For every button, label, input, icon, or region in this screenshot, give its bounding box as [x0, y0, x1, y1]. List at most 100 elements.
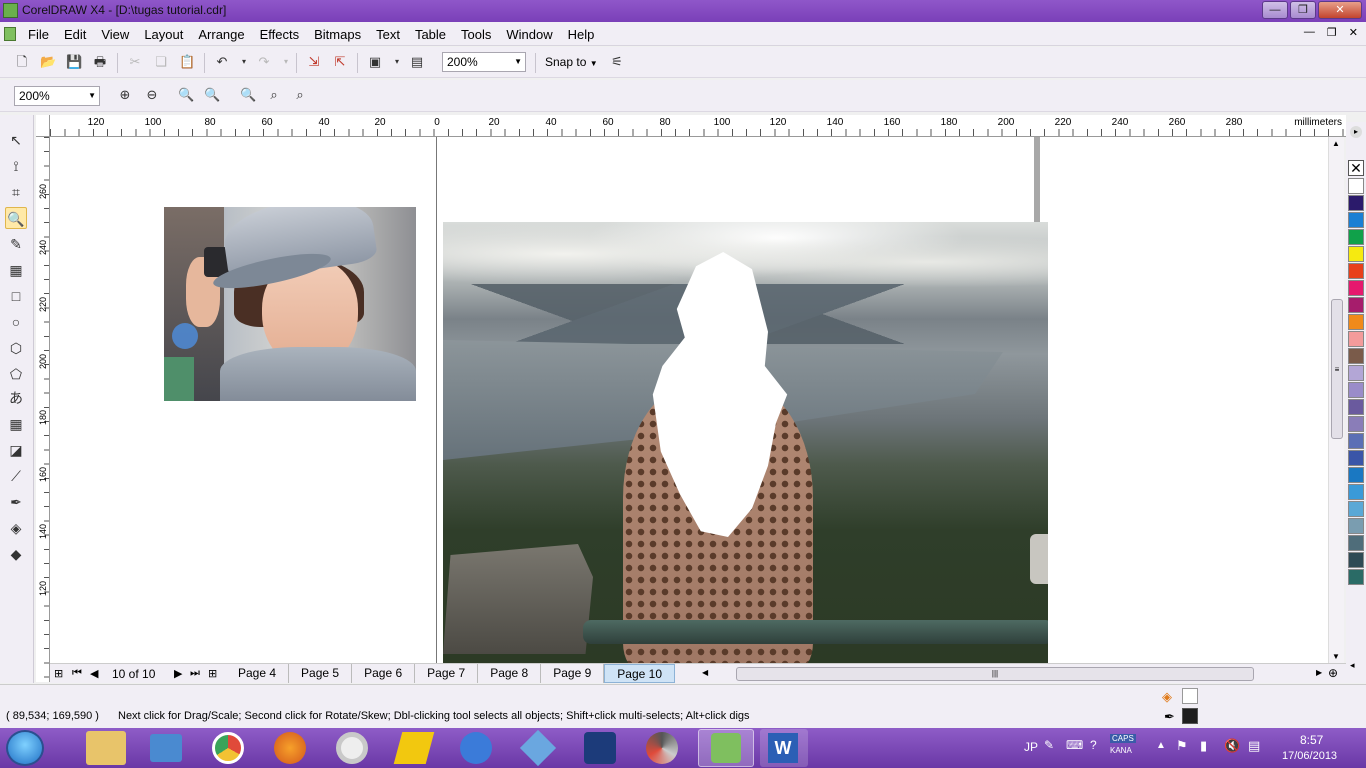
options-icon[interactable]: ⚟	[609, 54, 625, 70]
scroll-up-icon[interactable]: ▲	[1332, 139, 1340, 148]
explorer-taskbar-icon[interactable]	[86, 731, 126, 765]
undo-dropdown-icon[interactable]: ▾	[236, 54, 252, 70]
color-swatch[interactable]	[1348, 246, 1364, 262]
undo-icon[interactable]: ↶	[214, 54, 230, 70]
crop-tool-icon[interactable]: ⌗	[5, 181, 27, 203]
tab-page-5[interactable]: Page 5	[289, 664, 353, 683]
zoom-tool-icon[interactable]: 🔍	[5, 207, 27, 229]
shape-tool-icon[interactable]: ⟟	[5, 155, 27, 177]
zoom-to-selected-icon[interactable]: 🔍	[178, 87, 194, 103]
document-icon[interactable]	[4, 27, 16, 41]
first-page-icon[interactable]: ⏮	[72, 667, 82, 680]
color-swatch[interactable]	[1348, 535, 1364, 551]
chrome-taskbar-icon[interactable]	[212, 732, 244, 764]
zoom-to-page-icon[interactable]: 🔍	[240, 87, 256, 103]
freehand-tool-icon[interactable]: ✎	[5, 233, 27, 255]
color-swatch[interactable]	[1348, 467, 1364, 483]
color-swatch[interactable]	[1348, 433, 1364, 449]
pascal-taskbar-icon[interactable]	[584, 732, 616, 764]
color-swatch[interactable]	[1348, 297, 1364, 313]
print-icon[interactable]: 🖶	[92, 54, 108, 70]
zoom-to-page-height-icon[interactable]: ⌕	[292, 87, 308, 103]
zoom-to-all-objects-icon[interactable]: 🔍	[204, 87, 220, 103]
tab-page-7[interactable]: Page 7	[415, 664, 479, 683]
menu-view[interactable]: View	[101, 27, 129, 42]
interactive-tool-icon[interactable]: ◪	[5, 439, 27, 461]
horizontal-ruler[interactable]: 120 100 80 60 40 20 0 20 40 60 80 100 12…	[36, 115, 1346, 137]
no-color-swatch[interactable]: ✕	[1348, 160, 1364, 176]
color-swatch[interactable]	[1348, 348, 1364, 364]
color-swatch[interactable]	[1348, 365, 1364, 381]
menu-edit[interactable]: Edit	[64, 27, 86, 42]
help-icon[interactable]: ?	[1090, 738, 1097, 752]
minimize-button[interactable]: —	[1262, 1, 1288, 19]
menu-effects[interactable]: Effects	[260, 27, 300, 42]
pick-tool-icon[interactable]: ↖	[5, 129, 27, 151]
outline-tool-icon[interactable]: ✒	[5, 491, 27, 513]
rectangle-tool-icon[interactable]: □	[5, 285, 27, 307]
restore-button[interactable]: ❐	[1290, 1, 1316, 19]
doc-restore-button[interactable]: ❐	[1327, 26, 1337, 39]
text-tool-icon[interactable]: あ	[5, 387, 27, 409]
tab-page-6[interactable]: Page 6	[352, 664, 416, 683]
network-icon[interactable]: ▤	[1248, 738, 1260, 754]
fill-color-swatch[interactable]	[1182, 688, 1198, 704]
language-indicator[interactable]: JP	[1024, 740, 1038, 754]
copy-icon[interactable]: ❏	[153, 54, 169, 70]
vertical-scroll-thumb[interactable]: ≡	[1331, 299, 1343, 439]
polygon-tool-icon[interactable]: ⬡	[5, 337, 27, 359]
table-tool-icon[interactable]: ▦	[5, 413, 27, 435]
zoom-levels-combo[interactable]: 200% ▼	[14, 86, 100, 106]
application-launcher-icon[interactable]: ▣	[367, 54, 383, 70]
redo-dropdown-icon[interactable]: ▾	[278, 54, 294, 70]
menu-text[interactable]: Text	[376, 27, 400, 42]
menu-window[interactable]: Window	[506, 27, 552, 42]
color-swatch[interactable]	[1348, 552, 1364, 568]
color-swatch[interactable]	[1348, 263, 1364, 279]
previous-page-icon[interactable]: ◀	[90, 667, 98, 680]
landscape-photo[interactable]	[443, 222, 1048, 663]
tab-page-4[interactable]: Page 4	[226, 664, 290, 683]
color-swatch[interactable]	[1348, 416, 1364, 432]
app-taskbar-icon[interactable]	[460, 732, 492, 764]
color-swatch[interactable]	[1348, 569, 1364, 585]
vertical-scrollbar[interactable]: ▲ ≡ ▼	[1328, 137, 1344, 663]
last-page-icon[interactable]: ⏭	[190, 667, 200, 680]
menu-file[interactable]: File	[28, 27, 49, 42]
next-page-icon[interactable]: ▶	[174, 667, 182, 680]
zoom-to-page-width-icon[interactable]: ⌕	[266, 87, 282, 103]
scroll-right-icon[interactable]: ▶	[1316, 668, 1322, 677]
clock-date[interactable]: 17/06/2013	[1282, 750, 1337, 762]
add-page-before-icon[interactable]: ⊞	[54, 667, 63, 680]
action-center-flag-icon[interactable]: ⚑	[1176, 738, 1188, 754]
launcher-dropdown-icon[interactable]: ▾	[389, 54, 405, 70]
interactive-fill-tool-icon[interactable]: ◆	[5, 543, 27, 565]
scroll-left-icon[interactable]: ◀	[702, 668, 708, 677]
color-swatch[interactable]	[1348, 501, 1364, 517]
ruler-origin-corner[interactable]	[36, 115, 50, 137]
outline-color-swatch[interactable]	[1182, 708, 1198, 724]
color-swatch[interactable]	[1348, 178, 1364, 194]
color-swatch[interactable]	[1348, 399, 1364, 415]
menu-bitmaps[interactable]: Bitmaps	[314, 27, 361, 42]
start-button[interactable]	[6, 730, 44, 766]
tab-page-9[interactable]: Page 9	[541, 664, 605, 683]
ime-icon[interactable]: ✎	[1044, 738, 1054, 752]
show-hidden-icons-icon[interactable]: ▲	[1156, 740, 1166, 751]
color-swatch[interactable]	[1348, 195, 1364, 211]
menu-layout[interactable]: Layout	[144, 27, 183, 42]
doc-close-button[interactable]: ✕	[1349, 26, 1358, 39]
import-icon[interactable]: ⇲	[306, 54, 322, 70]
word-taskbar-icon[interactable]: W	[760, 729, 808, 767]
tab-page-8[interactable]: Page 8	[478, 664, 542, 683]
eyedropper-tool-icon[interactable]: ⟋	[5, 465, 27, 487]
snap-to-dropdown[interactable]: Snap to ▼	[545, 55, 598, 69]
smart-fill-tool-icon[interactable]: ▦	[5, 259, 27, 281]
export-icon[interactable]: ⇱	[332, 54, 348, 70]
virtualbox-taskbar-icon[interactable]	[519, 729, 557, 767]
open-folder-icon[interactable]: 📂	[40, 54, 56, 70]
scroll-down-icon[interactable]: ▼	[1332, 652, 1340, 661]
color-swatch[interactable]	[1348, 382, 1364, 398]
winamp-taskbar-icon[interactable]	[393, 732, 435, 764]
zoom-out-icon[interactable]: ⊖	[144, 87, 160, 103]
